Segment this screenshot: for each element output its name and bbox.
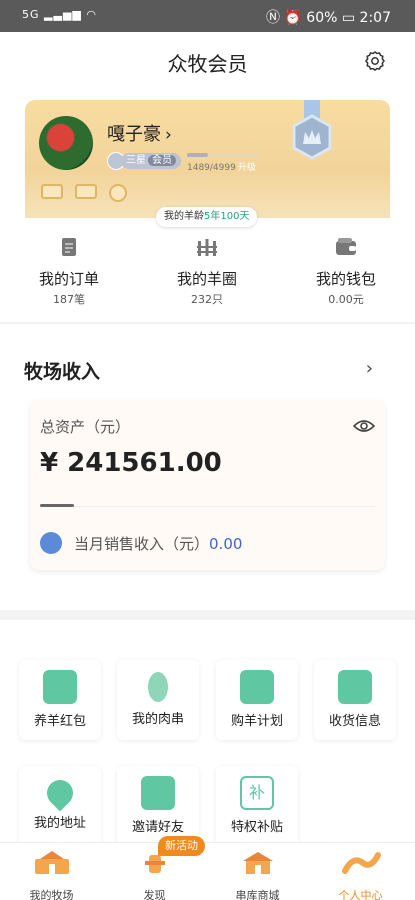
tab-label: 串库商城 [235, 889, 280, 900]
coupon-icon[interactable] [75, 184, 97, 199]
gear-icon[interactable] [363, 49, 387, 73]
tab-discover[interactable]: 发现 [103, 849, 206, 900]
avatar[interactable] [39, 116, 93, 170]
red-packet-icon [43, 670, 77, 704]
sheepfold-icon [197, 239, 217, 256]
tile-subsidy[interactable]: 补 特权补贴 [216, 766, 298, 846]
stat-sheepfold[interactable]: 我的羊圈 232只 [138, 236, 276, 307]
signal-indicator: 5G ▂▃▅▆ ◠ [22, 8, 97, 21]
level-suffix: 会员 [148, 155, 176, 166]
tab-profile[interactable]: 个人中心 [309, 849, 412, 900]
asset-amount: ¥ 241561.00 [40, 448, 222, 478]
bottom-tab-bar: 我的牧场 发现 串库商城 个人中心 [0, 842, 415, 900]
wallet-icon [336, 238, 356, 255]
stat-wallet[interactable]: 我的钱包 0.00元 [277, 236, 415, 307]
tile-label: 我的肉串 [131, 712, 184, 727]
delivery-info-icon [338, 670, 372, 704]
stats-row: 我的订单 187笔 我的羊圈 232只 我的钱包 0.00元 [0, 218, 415, 316]
stat-label: 我的订单 [38, 270, 99, 288]
calendar-icon [240, 670, 274, 704]
status-bar: 5G ▂▃▅▆ ◠ Ⓝ ⏰ 60% ▭ 2:07 [0, 0, 415, 32]
stat-value: 187笔 [53, 293, 85, 306]
clock: 2:07 [359, 10, 391, 26]
asset-label: 总资产（元） [40, 418, 131, 436]
chevron-right-icon[interactable]: › [366, 358, 373, 379]
status-right: Ⓝ ⏰ 60% ▭ 2:07 [265, 10, 391, 26]
mall-icon [242, 852, 273, 874]
function-grid: 养羊红包 我的肉串 购羊计划 收货信息 我的地址 邀请好友 补 特权补贴 [0, 620, 415, 846]
new-activity-badge: 新活动 [158, 836, 205, 856]
tab-label: 我的牧场 [29, 889, 74, 900]
medal-icon [292, 100, 332, 160]
ranch-income-section: 牧场收入 › 总资产（元） ¥ 241561.00 当月销售收入（元）0.00 [0, 324, 415, 610]
tab-my-ranch[interactable]: 我的牧场 [0, 849, 103, 900]
divider [40, 506, 375, 507]
tile-label: 我的地址 [33, 816, 86, 831]
page-title: 众牧会员 [167, 52, 248, 76]
orders-icon [62, 238, 76, 256]
tile-delivery-info[interactable]: 收货信息 [314, 660, 396, 740]
tile-label: 收货信息 [328, 714, 381, 729]
tile-label: 养羊红包 [33, 714, 86, 729]
battery-level: 60% [306, 10, 338, 26]
top-bar: 众牧会员 [0, 32, 415, 92]
tab-mall[interactable]: 串库商城 [206, 849, 309, 900]
level-text: 三星 [126, 155, 146, 166]
stat-orders[interactable]: 我的订单 187笔 [0, 236, 138, 307]
asset-card: 总资产（元） ¥ 241561.00 当月销售收入（元）0.00 [30, 400, 385, 570]
coin-icon[interactable] [109, 184, 127, 202]
eye-icon[interactable] [353, 418, 375, 434]
stat-value: 232只 [191, 293, 223, 306]
tile-skewer[interactable]: 我的肉串 [117, 660, 199, 740]
upgrade-link[interactable]: 升级 [238, 163, 256, 173]
stat-label: 我的钱包 [315, 270, 376, 288]
carousel-indicator [40, 504, 74, 507]
chevron-right-icon: › [165, 125, 172, 145]
location-icon [41, 774, 79, 812]
level-progress-fill [187, 153, 209, 157]
sheep-age-pill: 我的羊龄5年100天 [156, 207, 258, 227]
trend-icon [40, 532, 62, 554]
level-badge: 三星 会员 [107, 152, 181, 170]
id-card-icon[interactable] [41, 184, 63, 199]
progress-text: 1489/4999 [187, 163, 236, 173]
tile-label: 特权补贴 [230, 820, 283, 835]
skewer-icon [148, 672, 168, 702]
tile-invite[interactable]: 邀请好友 [117, 766, 199, 846]
month-income: 当月销售收入（元）0.00 [74, 535, 243, 553]
tab-label: 发现 [143, 889, 166, 900]
tile-label: 邀请好友 [131, 820, 184, 835]
stat-label: 我的羊圈 [176, 270, 237, 288]
section-heading: 牧场收入 [24, 361, 101, 383]
tile-label: 购羊计划 [230, 714, 283, 729]
profile-icon [341, 852, 381, 874]
tab-label: 个人中心 [338, 889, 383, 900]
tile-purchase-plan[interactable]: 购羊计划 [216, 660, 298, 740]
tile-red-packet[interactable]: 养羊红包 [19, 660, 101, 740]
tile-address[interactable]: 我的地址 [19, 766, 101, 846]
stat-value: 0.00元 [328, 293, 364, 306]
username[interactable]: 嘎子豪 › [107, 120, 172, 146]
ranch-icon [34, 851, 69, 874]
level-progress: 1489/4999 升级 [187, 153, 259, 173]
subsidy-icon: 补 [240, 776, 274, 810]
invite-icon [141, 776, 175, 810]
privilege-icons [41, 184, 127, 202]
